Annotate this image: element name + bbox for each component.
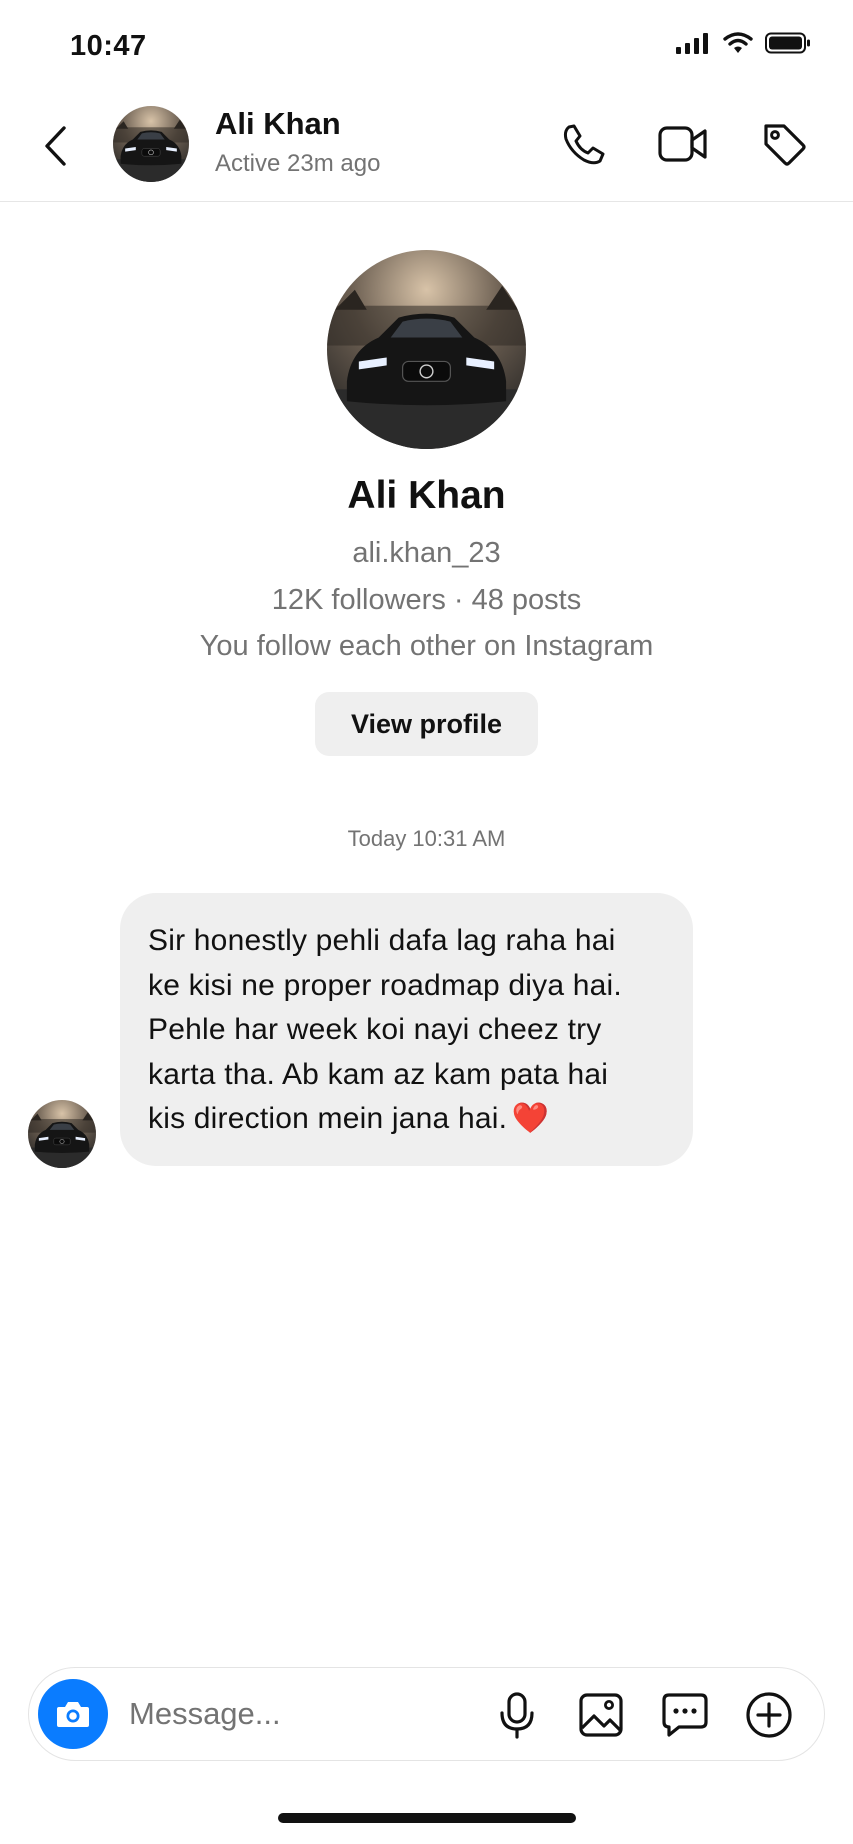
header-contact-name[interactable]: Ali Khan	[215, 106, 341, 142]
sticker-icon	[662, 1693, 708, 1737]
heart-emoji: ❤️	[511, 1102, 550, 1135]
chat-header: Ali Khan Active 23m ago	[0, 96, 853, 202]
battery-icon	[765, 32, 810, 54]
profile-avatar[interactable]	[327, 250, 526, 449]
video-camera-icon	[658, 126, 707, 162]
profile-stats: 12K followers · 48 posts	[271, 584, 582, 616]
dm-thread-screen: 10:47 Ali Khan Active 23m ago Ali Khan a…	[0, 0, 853, 1844]
home-indicator[interactable]	[278, 1813, 576, 1823]
header-avatar[interactable]	[113, 106, 189, 182]
message-bubble[interactable]: Sir honestly pehli dafa lag raha hai ke …	[120, 893, 693, 1166]
voice-call-button[interactable]	[556, 116, 612, 172]
message-input[interactable]	[129, 1688, 489, 1740]
signal-icon	[676, 33, 708, 54]
video-call-button[interactable]	[655, 116, 711, 172]
plus-icon	[746, 1692, 792, 1738]
sender-avatar[interactable]	[28, 1100, 96, 1168]
camera-button[interactable]	[38, 1679, 108, 1749]
gallery-icon	[579, 1693, 623, 1737]
status-time: 10:47	[70, 30, 147, 62]
profile-name: Ali Khan	[347, 474, 506, 517]
message-timestamp: Today 10:31 AM	[347, 826, 506, 851]
more-options-button[interactable]	[741, 1687, 797, 1743]
view-profile-button[interactable]: View profile	[315, 692, 538, 756]
wifi-icon	[723, 32, 753, 53]
message-text: Sir honestly pehli dafa lag raha hai ke …	[148, 924, 622, 1135]
voice-message-button[interactable]	[489, 1687, 545, 1743]
camera-icon	[57, 1702, 89, 1727]
gallery-button[interactable]	[573, 1687, 629, 1743]
label-button[interactable]	[756, 116, 812, 172]
status-icons	[675, 32, 811, 54]
tag-icon	[764, 124, 806, 166]
profile-username: ali.khan_23	[352, 537, 501, 569]
phone-icon	[563, 124, 605, 165]
back-button[interactable]	[36, 120, 76, 172]
mutual-follow-note: You follow each other on Instagram	[199, 630, 654, 662]
chevron-left-icon	[45, 126, 66, 166]
message-composer	[28, 1667, 825, 1761]
microphone-icon	[500, 1692, 534, 1739]
sticker-button[interactable]	[657, 1687, 713, 1743]
status-bar: 10:47	[0, 0, 853, 96]
header-active-status: Active 23m ago	[215, 150, 381, 177]
